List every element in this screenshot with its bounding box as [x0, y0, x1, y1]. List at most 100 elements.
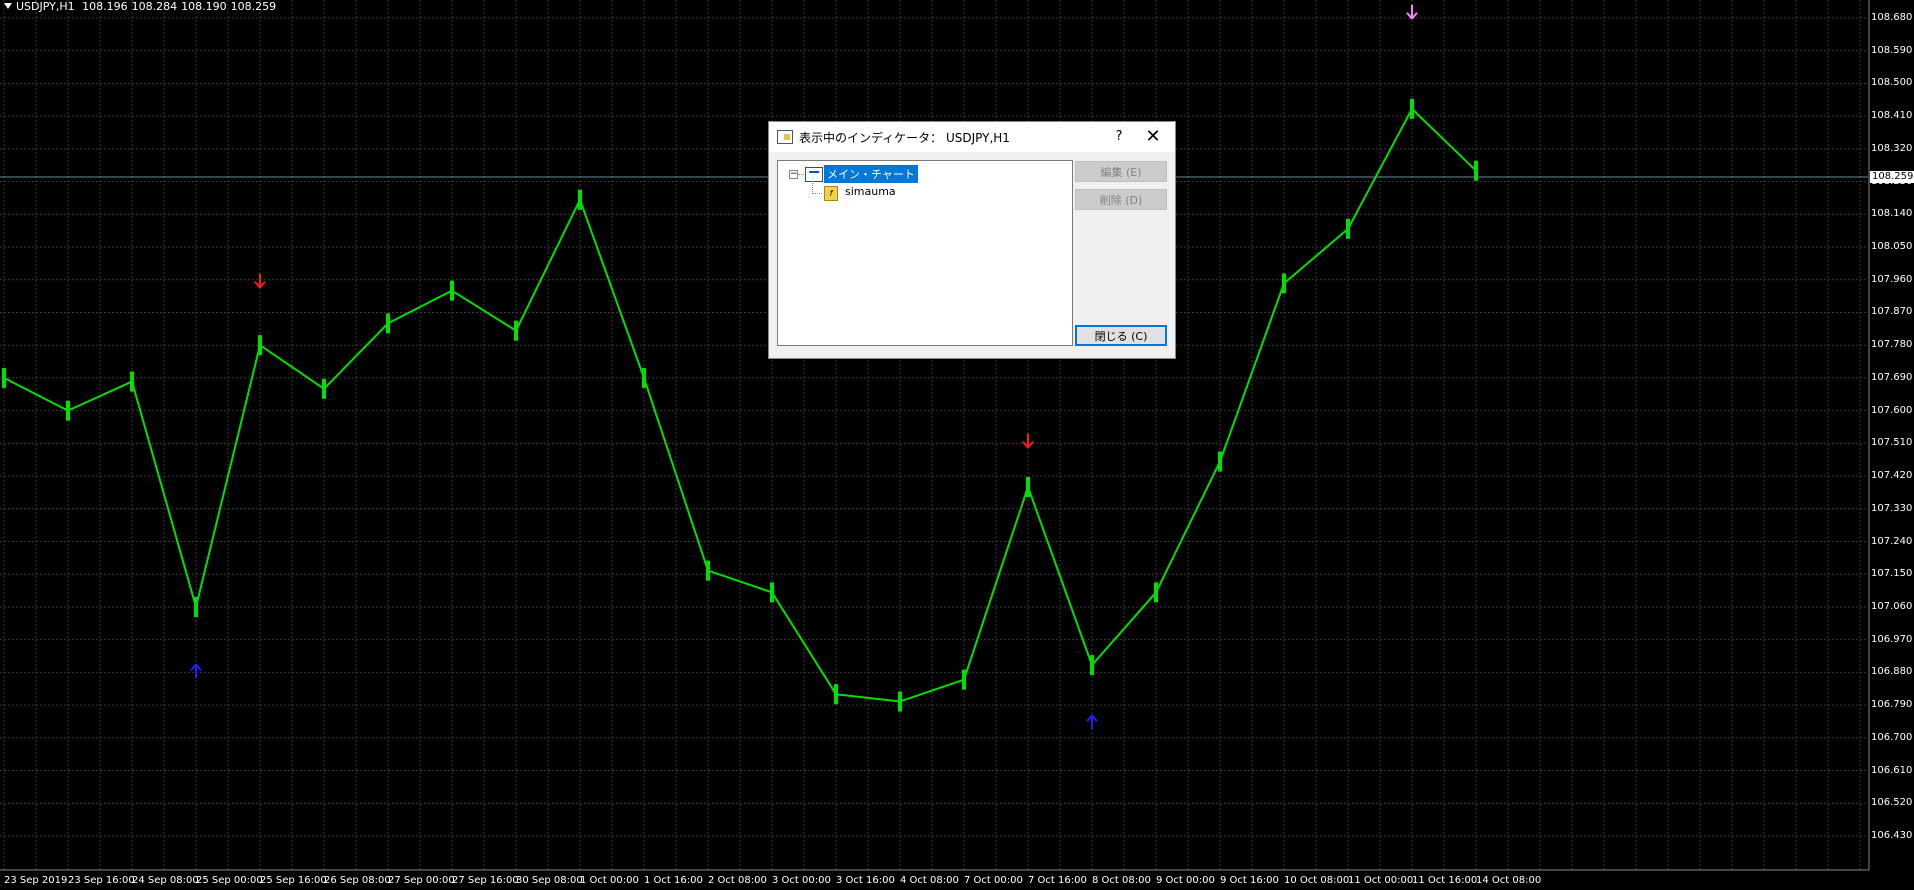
custom-indicator-icon: f [824, 186, 838, 201]
chart-info-header: USDJPY,H1 108.196 108.284 108.190 108.259 [4, 0, 280, 13]
time-tick-label: 3 Oct 16:00 [836, 875, 895, 886]
exit-arrow-icon [1406, 4, 1418, 20]
dialog-title: 表示中のインディケータ： USDJPY,H1 [799, 131, 1010, 145]
time-tick-label: 23 Sep 16:00 [68, 875, 135, 886]
candle [1154, 582, 1158, 603]
ohlc-open: 108.196 [82, 0, 128, 13]
price-tick-label: 107.870 [1871, 306, 1913, 318]
ohlc-low: 108.190 [181, 0, 227, 13]
price-tick-label: 106.700 [1871, 731, 1913, 743]
candle [258, 335, 262, 356]
time-tick-label: 7 Oct 00:00 [964, 875, 1023, 886]
close-icon[interactable]: ✕ [1135, 125, 1171, 149]
time-tick-label: 1 Oct 00:00 [580, 875, 639, 886]
candle [130, 371, 134, 392]
time-tick-label: 23 Sep 2019 [4, 875, 68, 886]
price-tick-label: 106.610 [1871, 764, 1913, 776]
price-tick-label: 106.880 [1871, 666, 1913, 678]
close-button[interactable]: 閉じる (C) [1075, 325, 1167, 346]
price-tick-label: 106.430 [1871, 830, 1913, 841]
time-tick-label: 25 Sep 16:00 [260, 875, 327, 886]
current-price-tag: 108.259 [1870, 171, 1914, 183]
time-tick-label: 25 Sep 00:00 [196, 875, 263, 886]
time-tick-label: 3 Oct 00:00 [772, 875, 831, 886]
tree-connector [812, 193, 822, 194]
ohlc-high: 108.284 [131, 0, 178, 13]
delete-button[interactable]: 削除 (D) [1075, 189, 1167, 210]
sell-arrow-icon [1022, 433, 1034, 449]
candle [1346, 218, 1350, 239]
candle [1410, 98, 1414, 119]
price-tick-label: 107.240 [1871, 535, 1913, 547]
candle [642, 367, 646, 388]
time-tick-label: 8 Oct 08:00 [1092, 875, 1151, 886]
time-tick-label: 14 Oct 08:00 [1476, 875, 1542, 886]
price-tick-label: 107.330 [1871, 502, 1913, 514]
mt4-chart-window[interactable]: USDJPY,H1 108.196 108.284 108.190 108.259 1… [0, 0, 1914, 890]
time-tick-label: 27 Sep 16:00 [452, 875, 519, 886]
sell-arrow-icon [254, 273, 266, 289]
price-tick-label: 107.510 [1871, 437, 1913, 449]
time-tick-label: 27 Sep 00:00 [388, 875, 455, 886]
buy-arrow-icon [190, 663, 202, 679]
chart-window-icon [805, 167, 823, 182]
candle [770, 582, 774, 603]
chart-menu-triangle-icon[interactable] [4, 3, 12, 9]
price-tick-label: 107.600 [1871, 404, 1913, 416]
candle [1282, 273, 1286, 294]
price-tick-label: 108.410 [1871, 110, 1913, 122]
time-tick-label: 9 Oct 16:00 [1220, 875, 1279, 886]
price-tick-label: 107.780 [1871, 339, 1913, 351]
collapse-icon[interactable]: − [789, 170, 798, 179]
price-tick-label: 108.500 [1871, 77, 1913, 89]
candle [322, 378, 326, 399]
candle [1474, 160, 1478, 181]
price-tick-label: 107.060 [1871, 600, 1913, 612]
tree-item-simauma[interactable]: simauma [845, 185, 896, 198]
ohlc-close: 108.259 [230, 0, 277, 13]
time-tick-label: 11 Oct 16:00 [1412, 875, 1478, 886]
edit-button[interactable]: 編集 (E) [1075, 161, 1167, 182]
symbol-label: USDJPY,H1 [16, 0, 75, 13]
time-tick-label: 1 Oct 16:00 [644, 875, 703, 886]
tree-item-main-chart[interactable]: メイン・チャート [824, 165, 918, 183]
candle [194, 596, 198, 617]
time-tick-label: 24 Sep 08:00 [132, 875, 199, 886]
candle [1026, 476, 1030, 497]
candle [578, 189, 582, 210]
candle [706, 560, 710, 581]
time-tick-label: 30 Sep 08:00 [516, 875, 583, 886]
dialog-titlebar[interactable]: 表示中のインディケータ： USDJPY,H1 ? ✕ [769, 122, 1175, 152]
time-tick-label: 26 Sep 08:00 [324, 875, 391, 886]
price-tick-label: 107.690 [1871, 371, 1913, 383]
candle [450, 280, 454, 301]
candle [962, 669, 966, 690]
time-tick-label: 4 Oct 08:00 [900, 875, 959, 886]
time-tick-label: 10 Oct 08:00 [1284, 875, 1350, 886]
tree-connector [798, 174, 804, 175]
candle [386, 313, 390, 334]
time-tick-label: 11 Oct 00:00 [1348, 875, 1414, 886]
price-tick-label: 106.790 [1871, 699, 1913, 711]
candle [898, 691, 902, 712]
candle [2, 367, 6, 388]
candle [834, 684, 838, 705]
price-tick-label: 108.140 [1871, 208, 1913, 220]
indicator-tree[interactable]: − メイン・チャート f simauma [777, 160, 1073, 346]
candle [514, 320, 518, 341]
candle [1218, 451, 1222, 472]
indicators-dialog: 表示中のインディケータ： USDJPY,H1 ? ✕ − メイン・チャート f … [768, 121, 1176, 359]
help-button[interactable]: ? [1104, 127, 1134, 147]
candle [1090, 655, 1094, 676]
price-tick-label: 108.680 [1871, 12, 1913, 23]
price-tick-label: 107.150 [1871, 568, 1913, 580]
time-tick-label: 2 Oct 08:00 [708, 875, 767, 886]
candle [66, 400, 70, 421]
indicator-list-icon [777, 130, 793, 144]
buy-arrow-icon [1086, 714, 1098, 730]
price-tick-label: 106.970 [1871, 633, 1913, 645]
price-tick-label: 107.960 [1871, 273, 1913, 285]
time-tick-label: 9 Oct 00:00 [1156, 875, 1215, 886]
price-tick-label: 106.520 [1871, 797, 1913, 809]
time-tick-label: 7 Oct 16:00 [1028, 875, 1087, 886]
